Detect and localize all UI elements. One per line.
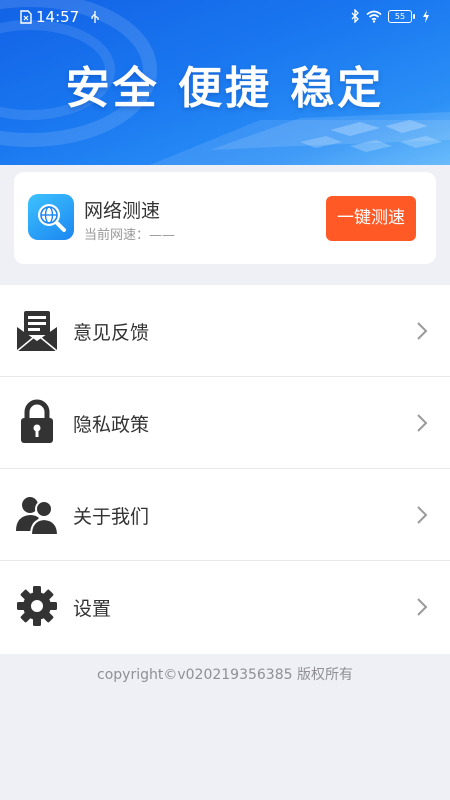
charging-icon xyxy=(423,9,429,23)
chevron-right-icon xyxy=(417,414,428,432)
speed-test-title: 网络测速 xyxy=(84,200,161,222)
current-speed-label: 当前网速：—— xyxy=(84,228,176,243)
status-time: 14:57 xyxy=(36,8,80,26)
menu-item-settings[interactable]: 设置 xyxy=(0,561,450,654)
app-screen: 14:57 55 安全 便捷 稳定 网络测速 当前网速：—— 一键测速 意见反馈… xyxy=(0,0,450,800)
menu-label-feedback: 意见反馈 xyxy=(73,322,150,344)
menu-label-privacy-policy: 隐私政策 xyxy=(73,414,150,436)
battery-indicator: 55 xyxy=(388,9,415,23)
speed-test-app-icon xyxy=(28,194,74,240)
lock-icon xyxy=(21,399,53,443)
copyright-text: copyright©v020219356385 版权所有 xyxy=(97,667,353,683)
chevron-right-icon xyxy=(417,322,428,340)
feedback-mail-icon xyxy=(16,311,58,352)
menu-item-privacy-policy[interactable]: 隐私政策 xyxy=(0,377,450,469)
speed-test-card[interactable]: 网络测速 当前网速：—— 一键测速 xyxy=(14,172,436,264)
chevron-right-icon xyxy=(417,598,428,616)
settings-menu: 意见反馈 隐私政策 关于我们 设置 xyxy=(0,285,450,654)
header-banner: 14:57 55 安全 便捷 稳定 xyxy=(0,0,450,165)
menu-label-about-us: 关于我们 xyxy=(73,506,150,528)
menu-item-feedback[interactable]: 意见反馈 xyxy=(0,285,450,377)
usb-icon xyxy=(91,11,99,23)
sim-card-icon xyxy=(20,10,32,24)
gear-icon xyxy=(17,586,57,626)
users-icon xyxy=(16,497,60,536)
menu-item-about-us[interactable]: 关于我们 xyxy=(0,469,450,561)
one-click-speed-test-button[interactable]: 一键测速 xyxy=(326,196,416,241)
status-left: 14:57 xyxy=(20,8,101,26)
globe-search-icon xyxy=(38,204,66,232)
wifi-icon xyxy=(366,10,382,23)
chevron-right-icon xyxy=(417,506,428,524)
menu-label-settings: 设置 xyxy=(73,598,112,620)
status-bar: 14:57 55 xyxy=(0,0,450,36)
banner-slogan: 安全 便捷 稳定 xyxy=(65,63,385,114)
status-right: 55 xyxy=(350,9,430,23)
battery-level: 55 xyxy=(394,11,406,21)
bluetooth-icon xyxy=(351,9,359,23)
